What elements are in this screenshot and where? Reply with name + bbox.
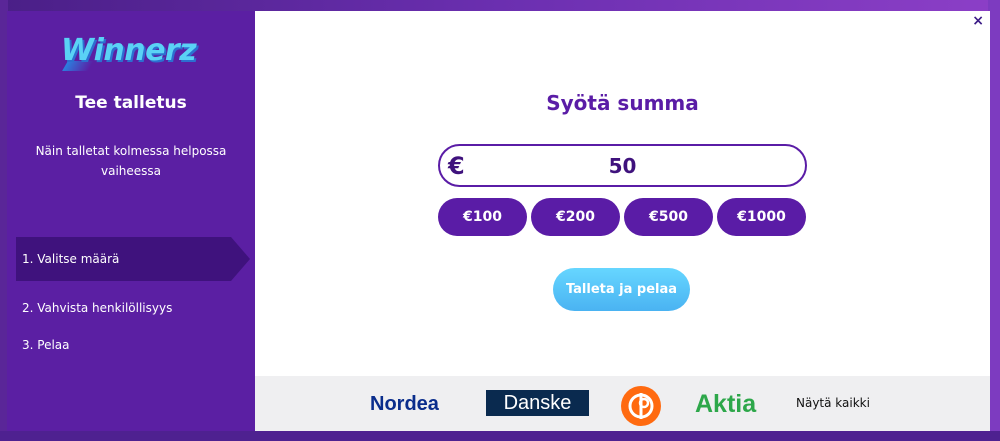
deposit-content: × Syötä summa € 50 €100 €200 €500 €1000 … [255,11,990,431]
preset-500-button[interactable]: €500 [624,198,713,236]
step-2-label: 2. Vahvista henkilöllisyys [22,301,173,315]
step-2: 2. Vahvista henkilöllisyys [22,301,172,315]
step-3-label: 3. Pelaa [22,338,70,352]
danske-logo[interactable]: Danske [486,390,589,416]
sidebar-title: Tee talletus [75,93,187,113]
step-3: 3. Pelaa [22,338,70,352]
winnerz-logo: Winnerz [61,33,197,68]
active-step-arrow [231,237,250,281]
step-1-active: 1. Valitse määrä [16,237,231,281]
euro-icon: € [448,152,465,180]
preset-200-button[interactable]: €200 [531,198,620,236]
preset-100-button[interactable]: €100 [438,198,527,236]
deposit-modal: Winnerz Tee talletus Näin talletat kolme… [7,11,990,431]
amount-field[interactable]: € 50 [438,144,807,187]
close-icon[interactable]: × [972,13,984,29]
background-bottom [0,431,1000,441]
op-logo[interactable] [621,386,661,426]
bank-logos-bar: Nordea Danske Aktia Näytä kaikki [255,376,990,431]
step-1-label: 1. Valitse määrä [22,252,120,266]
danske-logo-text: Danske [503,391,572,414]
op-logo-mark [628,393,654,419]
sidebar-subtitle: Näin talletat kolmessa helpossa vaiheess… [35,144,227,178]
nordea-logo[interactable]: Nordea [370,393,439,416]
amount-heading: Syötä summa [546,91,699,115]
show-all-banks-link[interactable]: Näytä kaikki [796,396,870,410]
deposit-sidebar: Winnerz Tee talletus Näin talletat kolme… [7,11,255,431]
deposit-and-play-button[interactable]: Talleta ja pelaa [553,268,690,311]
amount-input[interactable]: 50 [440,154,805,178]
preset-1000-button[interactable]: €1000 [717,198,806,236]
aktia-logo[interactable]: Aktia [695,390,756,419]
